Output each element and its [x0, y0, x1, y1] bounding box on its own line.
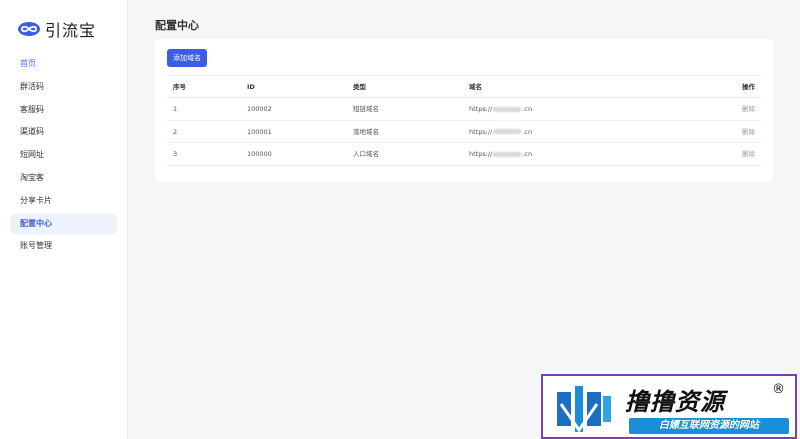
row-type: 入口域名	[353, 150, 379, 158]
sidebar-item-group-code[interactable]: 群活码	[10, 77, 117, 97]
domain-suffix: .cn	[522, 105, 533, 113]
row-id: 100000	[247, 150, 272, 158]
row-domain: https:// .cn	[469, 98, 532, 120]
redacted-domain-blur	[493, 151, 522, 157]
row-domain: https:// .cn	[469, 121, 532, 143]
column-header-id: ID	[247, 83, 255, 91]
table-header-row: 序号 ID 类型 域名 操作	[167, 75, 761, 98]
row-id: 100001	[247, 127, 272, 136]
domain-prefix: https://	[469, 150, 493, 158]
row-seq: 2	[173, 127, 178, 136]
sidebar-item-account-management[interactable]: 账号管理	[10, 236, 117, 256]
row-domain: https:// .cn	[469, 143, 532, 165]
watermark-banner: 撸撸资源 ® 白嫖互联网资源的网站	[541, 374, 797, 439]
infinity-logo-icon	[18, 22, 40, 36]
delete-link[interactable]: 删除	[742, 143, 755, 165]
sidebar: 引流宝 首页 群活码 客服码 渠道码 短网址 淘宝客 分享卡片 配置中心 账号管…	[0, 0, 128, 439]
column-header-domain: 域名	[469, 83, 482, 91]
app-name: 引流宝	[45, 21, 97, 40]
row-seq: 3	[173, 150, 178, 158]
delete-link[interactable]: 删除	[742, 121, 755, 143]
sidebar-item-taobaoke[interactable]: 淘宝客	[10, 168, 117, 188]
redacted-domain-blur	[493, 129, 522, 134]
domain-table: 序号 ID 类型 域名 操作 1 100002 短链域名 https:// .cn…	[167, 75, 761, 166]
domain-suffix: .cn	[522, 127, 533, 136]
watermark-logo-icon	[557, 386, 611, 433]
table-row: 2 100001 落地域名 https:// .cn 删除	[167, 121, 761, 143]
registered-mark: ®	[772, 382, 785, 397]
column-header-type: 类型	[353, 83, 366, 91]
app-logo[interactable]: 引流宝	[18, 18, 96, 40]
sidebar-item-share-card[interactable]: 分享卡片	[10, 191, 117, 211]
page-title: 配置中心	[155, 19, 199, 32]
domain-prefix: https://	[469, 105, 493, 113]
row-id: 100002	[247, 105, 272, 113]
sidebar-item-short-url[interactable]: 短网址	[10, 145, 117, 165]
delete-link[interactable]: 删除	[742, 98, 755, 120]
row-type: 短链域名	[353, 105, 379, 113]
domain-card: 添加域名 序号 ID 类型 域名 操作 1 100002 短链域名 https:…	[155, 39, 773, 182]
row-seq: 1	[173, 105, 178, 113]
table-row: 3 100000 入口域名 https:// .cn 删除	[167, 143, 761, 166]
sidebar-item-config-center[interactable]: 配置中心	[10, 213, 117, 234]
watermark-subtitle: 白嫖互联网资源的网站	[629, 418, 789, 434]
column-header-operation: 操作	[742, 83, 755, 91]
sidebar-nav: 首页 群活码 客服码 渠道码 短网址 淘宝客 分享卡片 配置中心 账号管理	[10, 54, 117, 259]
domain-prefix: https://	[469, 127, 493, 136]
sidebar-item-service-code[interactable]: 客服码	[10, 100, 117, 120]
sidebar-item-channel-code[interactable]: 渠道码	[10, 122, 117, 142]
redacted-domain-blur	[493, 106, 522, 112]
column-header-seq: 序号	[173, 83, 186, 91]
sidebar-item-home[interactable]: 首页	[10, 54, 117, 74]
table-row: 1 100002 短链域名 https:// .cn 删除	[167, 98, 761, 121]
add-domain-button[interactable]: 添加域名	[167, 49, 207, 67]
row-type: 落地域名	[353, 127, 379, 136]
watermark-title: 撸撸资源	[625, 388, 725, 416]
domain-suffix: .cn	[522, 150, 533, 158]
